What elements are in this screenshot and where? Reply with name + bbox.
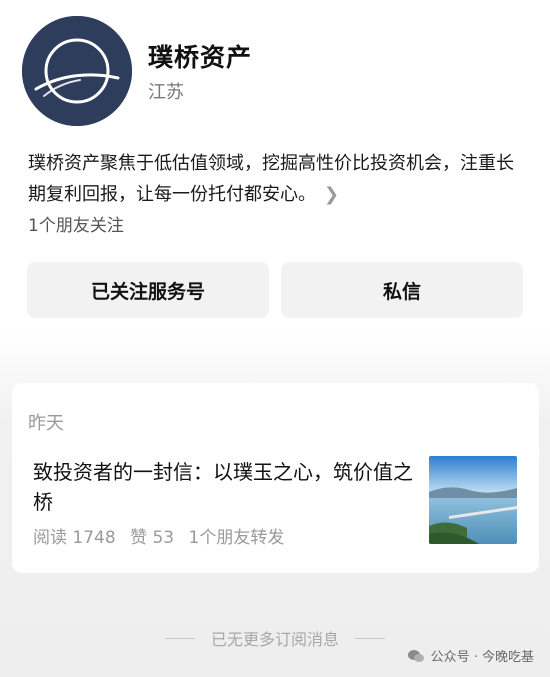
article-card[interactable]: 昨天 致投资者的一封信：以璞玉之心，筑价值之桥 阅读 1748 赞 53 1个朋… xyxy=(12,383,539,573)
read-count: 阅读 1748 xyxy=(33,528,116,548)
account-description[interactable]: 璞桥资产聚焦于低估值领域，挖掘高性价比投资机会，注重长期复利回报，让每一份托付都… xyxy=(28,148,528,210)
description-text: 璞桥资产聚焦于低估值领域，挖掘高性价比投资机会，注重长期复利回报，让每一份托付都… xyxy=(28,153,514,205)
account-name: 璞桥资产 xyxy=(148,43,253,72)
divider-left xyxy=(164,637,195,639)
chevron-right-icon: ❯ xyxy=(324,184,340,205)
watermark: 公众号 · 今晚吃基 xyxy=(407,646,534,665)
no-more-text: 已无更多订阅消息 xyxy=(210,630,339,649)
article-date: 昨天 xyxy=(28,413,64,434)
avatar[interactable] xyxy=(22,16,132,126)
wechat-icon xyxy=(407,649,424,662)
friends-following-count[interactable]: 1个朋友关注 xyxy=(28,211,124,236)
divider-right xyxy=(355,637,385,639)
followed-service-button[interactable]: 已关注服务号 xyxy=(27,262,269,318)
logo-icon xyxy=(22,16,132,126)
account-region: 江苏 xyxy=(148,82,184,103)
profile-header: 璞桥资产 江苏 璞桥资产聚焦于低估值领域，挖掘高性价比投资机会，注重长期复利回报… xyxy=(0,0,550,330)
share-count: 1个朋友转发 xyxy=(188,528,285,548)
watermark-text: 公众号 · 今晚吃基 xyxy=(430,650,534,665)
lake-bridge-image xyxy=(429,456,517,544)
article-meta: 阅读 1748 赞 53 1个朋友转发 xyxy=(33,523,293,548)
private-message-button[interactable]: 私信 xyxy=(281,262,523,318)
like-count: 赞 53 xyxy=(130,528,175,548)
article-thumbnail[interactable] xyxy=(429,456,517,544)
article-title[interactable]: 致投资者的一封信：以璞玉之心，筑价值之桥 xyxy=(33,457,413,517)
